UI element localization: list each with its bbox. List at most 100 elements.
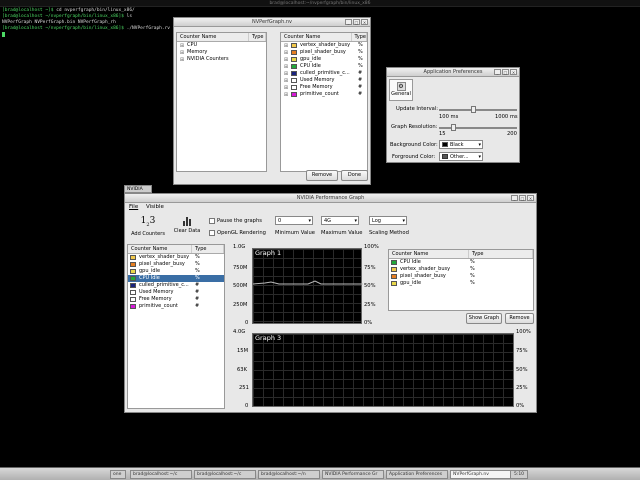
pause-graphs-checkbox[interactable] — [209, 218, 215, 224]
counter-row[interactable]: ⊞ Used Memory # — [281, 77, 367, 84]
column-header-counter-name[interactable]: Counter Name — [128, 245, 192, 253]
selected-counters-list[interactable]: Counter Name Type ⊞ vertex_shader_busy% ⊞ p… — [280, 32, 368, 172]
counter-row[interactable]: primitive_count # — [128, 303, 224, 310]
preferences-titlebar[interactable]: Application Preferences _ □ × — [387, 68, 519, 77]
expand-icon[interactable]: ⊞ — [179, 57, 185, 63]
performance-graph-titlebar[interactable]: NVIDIA Performance Graph _ □ × — [125, 194, 536, 203]
expand-icon[interactable]: ⊞ — [283, 57, 289, 63]
minimize-icon[interactable]: _ — [511, 195, 518, 201]
expand-icon[interactable]: ⊞ — [283, 64, 289, 70]
counter-row[interactable]: ⊞ vertex_shader_busy% — [281, 42, 367, 49]
color-swatch-icon — [130, 283, 136, 288]
column-header-counter-name[interactable]: Counter Name — [177, 33, 249, 41]
taskbar-item[interactable]: Application Preferences — [386, 470, 448, 479]
expand-icon[interactable]: ⊞ — [283, 92, 289, 98]
expand-icon[interactable]: ⊞ — [283, 85, 289, 91]
maximize-icon[interactable]: □ — [353, 19, 360, 25]
column-header-counter-name[interactable]: Counter Name — [389, 250, 469, 258]
background-color-select[interactable]: Black — [439, 140, 483, 149]
counter-type: # — [358, 70, 363, 76]
remove-counter-button[interactable]: Remove — [505, 313, 534, 324]
counter-row[interactable]: ⊞ CPU Idle% — [281, 63, 367, 70]
workspace-switcher[interactable]: one — [110, 470, 126, 479]
expand-icon[interactable]: ⊞ — [283, 50, 289, 56]
close-icon[interactable]: × — [510, 69, 517, 75]
select-value: Other... — [450, 154, 469, 160]
minimize-icon[interactable]: _ — [345, 19, 352, 25]
graph-1-canvas[interactable]: Graph 1 — [252, 248, 363, 324]
expand-icon[interactable]: ⊞ — [179, 50, 185, 56]
close-icon[interactable]: × — [527, 195, 534, 201]
add-counters-button[interactable]: 123 Add Counters — [129, 215, 167, 239]
graph-resolution-label: Graph Resolution: — [391, 124, 438, 130]
remove-button[interactable]: Remove — [306, 170, 338, 181]
counter-row[interactable]: CPU Idle% — [128, 275, 224, 282]
counter-group-item[interactable]: ⊞ Memory — [177, 49, 266, 56]
outer-window-tab[interactable]: NVIDIA Perf — [124, 185, 152, 199]
update-interval-handle[interactable] — [471, 106, 476, 113]
close-icon[interactable]: × — [361, 19, 368, 25]
counter-type: % — [470, 280, 475, 286]
expand-icon[interactable]: ⊞ — [283, 71, 289, 77]
foreground-color-select[interactable]: Other... — [439, 152, 483, 161]
column-header-type[interactable]: Type — [469, 250, 533, 258]
available-counters-list[interactable]: Counter Name Type ⊞ CPU ⊞ Memory ⊞ NVIDIA Cou… — [176, 32, 267, 172]
minimum-value-select[interactable]: 0 — [275, 216, 313, 225]
counter-row[interactable]: pixel_shader_busy% — [128, 261, 224, 268]
terminal-output[interactable]: [brad@localhost ~]$ cd nvperfgraph/bin/l… — [2, 8, 192, 39]
done-button[interactable]: Done — [341, 170, 368, 181]
taskbar-item[interactable]: brad@localhost:~/n — [258, 470, 320, 479]
update-interval-slider[interactable] — [439, 109, 517, 111]
counter-group-item[interactable]: ⊞ CPU — [177, 42, 266, 49]
graph-3-canvas[interactable]: Graph 3 — [252, 333, 514, 407]
menu-visible[interactable]: Visible — [146, 204, 164, 210]
menu-file[interactable]: File — [129, 204, 138, 210]
terminal-command: ./NVPerfGraph.rv — [126, 26, 170, 31]
column-header-type[interactable]: Type — [352, 33, 367, 41]
counter-row[interactable]: ⊞ pixel_shader_busy% — [281, 49, 367, 56]
counter-row[interactable]: gpu_idle% — [389, 280, 533, 287]
counter-row[interactable]: CPU Idle% — [389, 259, 533, 266]
counter-row[interactable]: pixel_shader_busy% — [389, 273, 533, 280]
opengl-rendering-checkbox[interactable] — [209, 230, 215, 236]
counter-row[interactable]: ⊞ culled_primitive_c... # — [281, 70, 367, 77]
graph-counters-list[interactable]: Counter Name Type CPU Idle% vertex_shader… — [388, 249, 534, 311]
counter-row[interactable]: vertex_shader_busy% — [389, 266, 533, 273]
graph1-y-tick: 1.0G — [233, 244, 246, 250]
expand-icon[interactable]: ⊞ — [283, 78, 289, 84]
expand-icon[interactable]: ⊞ — [179, 43, 185, 49]
maximum-value-select[interactable]: 4G — [321, 216, 359, 225]
terminal-prompt: [brad@localhost ~]$ — [2, 8, 54, 13]
counter-row[interactable]: ⊞ gpu_idle% — [281, 56, 367, 63]
tab-general[interactable]: ⚙ General — [389, 79, 413, 101]
counter-row[interactable]: ⊞ Free Memory # — [281, 84, 367, 91]
counter-row[interactable]: gpu_idle% — [128, 268, 224, 275]
counter-row[interactable]: Used Memory # — [128, 289, 224, 296]
taskbar-item[interactable]: NVIDIA Performance Gr — [322, 470, 384, 479]
counters-list[interactable]: Counter Name Type vertex_shader_busy% pix… — [127, 244, 225, 409]
counter-row[interactable]: vertex_shader_busy% — [128, 254, 224, 261]
maximize-icon[interactable]: □ — [502, 69, 509, 75]
counter-row[interactable]: Free Memory # — [128, 296, 224, 303]
taskbar-item[interactable]: NVPerfGraph.nv — [450, 470, 512, 479]
add-counters-titlebar[interactable]: NVPerfGraph.nv _ □ × — [174, 18, 370, 27]
counter-group-label: NVIDIA Counters — [187, 56, 229, 62]
taskbar-item[interactable]: brad@localhost:~/c — [194, 470, 256, 479]
minimize-icon[interactable]: _ — [494, 69, 501, 75]
expand-icon[interactable]: ⊞ — [283, 43, 289, 49]
taskbar-item[interactable]: brad@localhost:~/c — [130, 470, 192, 479]
column-header-type[interactable]: Type — [249, 33, 266, 41]
show-graph-button[interactable]: Show Graph — [466, 313, 502, 324]
graph-resolution-handle[interactable] — [451, 124, 456, 131]
column-header-counter-name[interactable]: Counter Name — [281, 33, 352, 41]
counter-name: Free Memory — [139, 296, 172, 302]
counter-row[interactable]: culled_primitive_c... # — [128, 282, 224, 289]
counter-group-item[interactable]: ⊞ NVIDIA Counters — [177, 56, 266, 63]
maximize-icon[interactable]: □ — [519, 195, 526, 201]
add-counters-window: NVPerfGraph.nv _ □ × Counter Name Type ⊞ CP… — [173, 17, 371, 185]
counter-row[interactable]: ⊞ primitive_count # — [281, 91, 367, 98]
scaling-method-select[interactable]: Log — [369, 216, 407, 225]
clear-data-button[interactable]: Clear Data — [171, 215, 203, 239]
column-header-type[interactable]: Type — [192, 245, 224, 253]
color-swatch-icon — [130, 262, 136, 267]
